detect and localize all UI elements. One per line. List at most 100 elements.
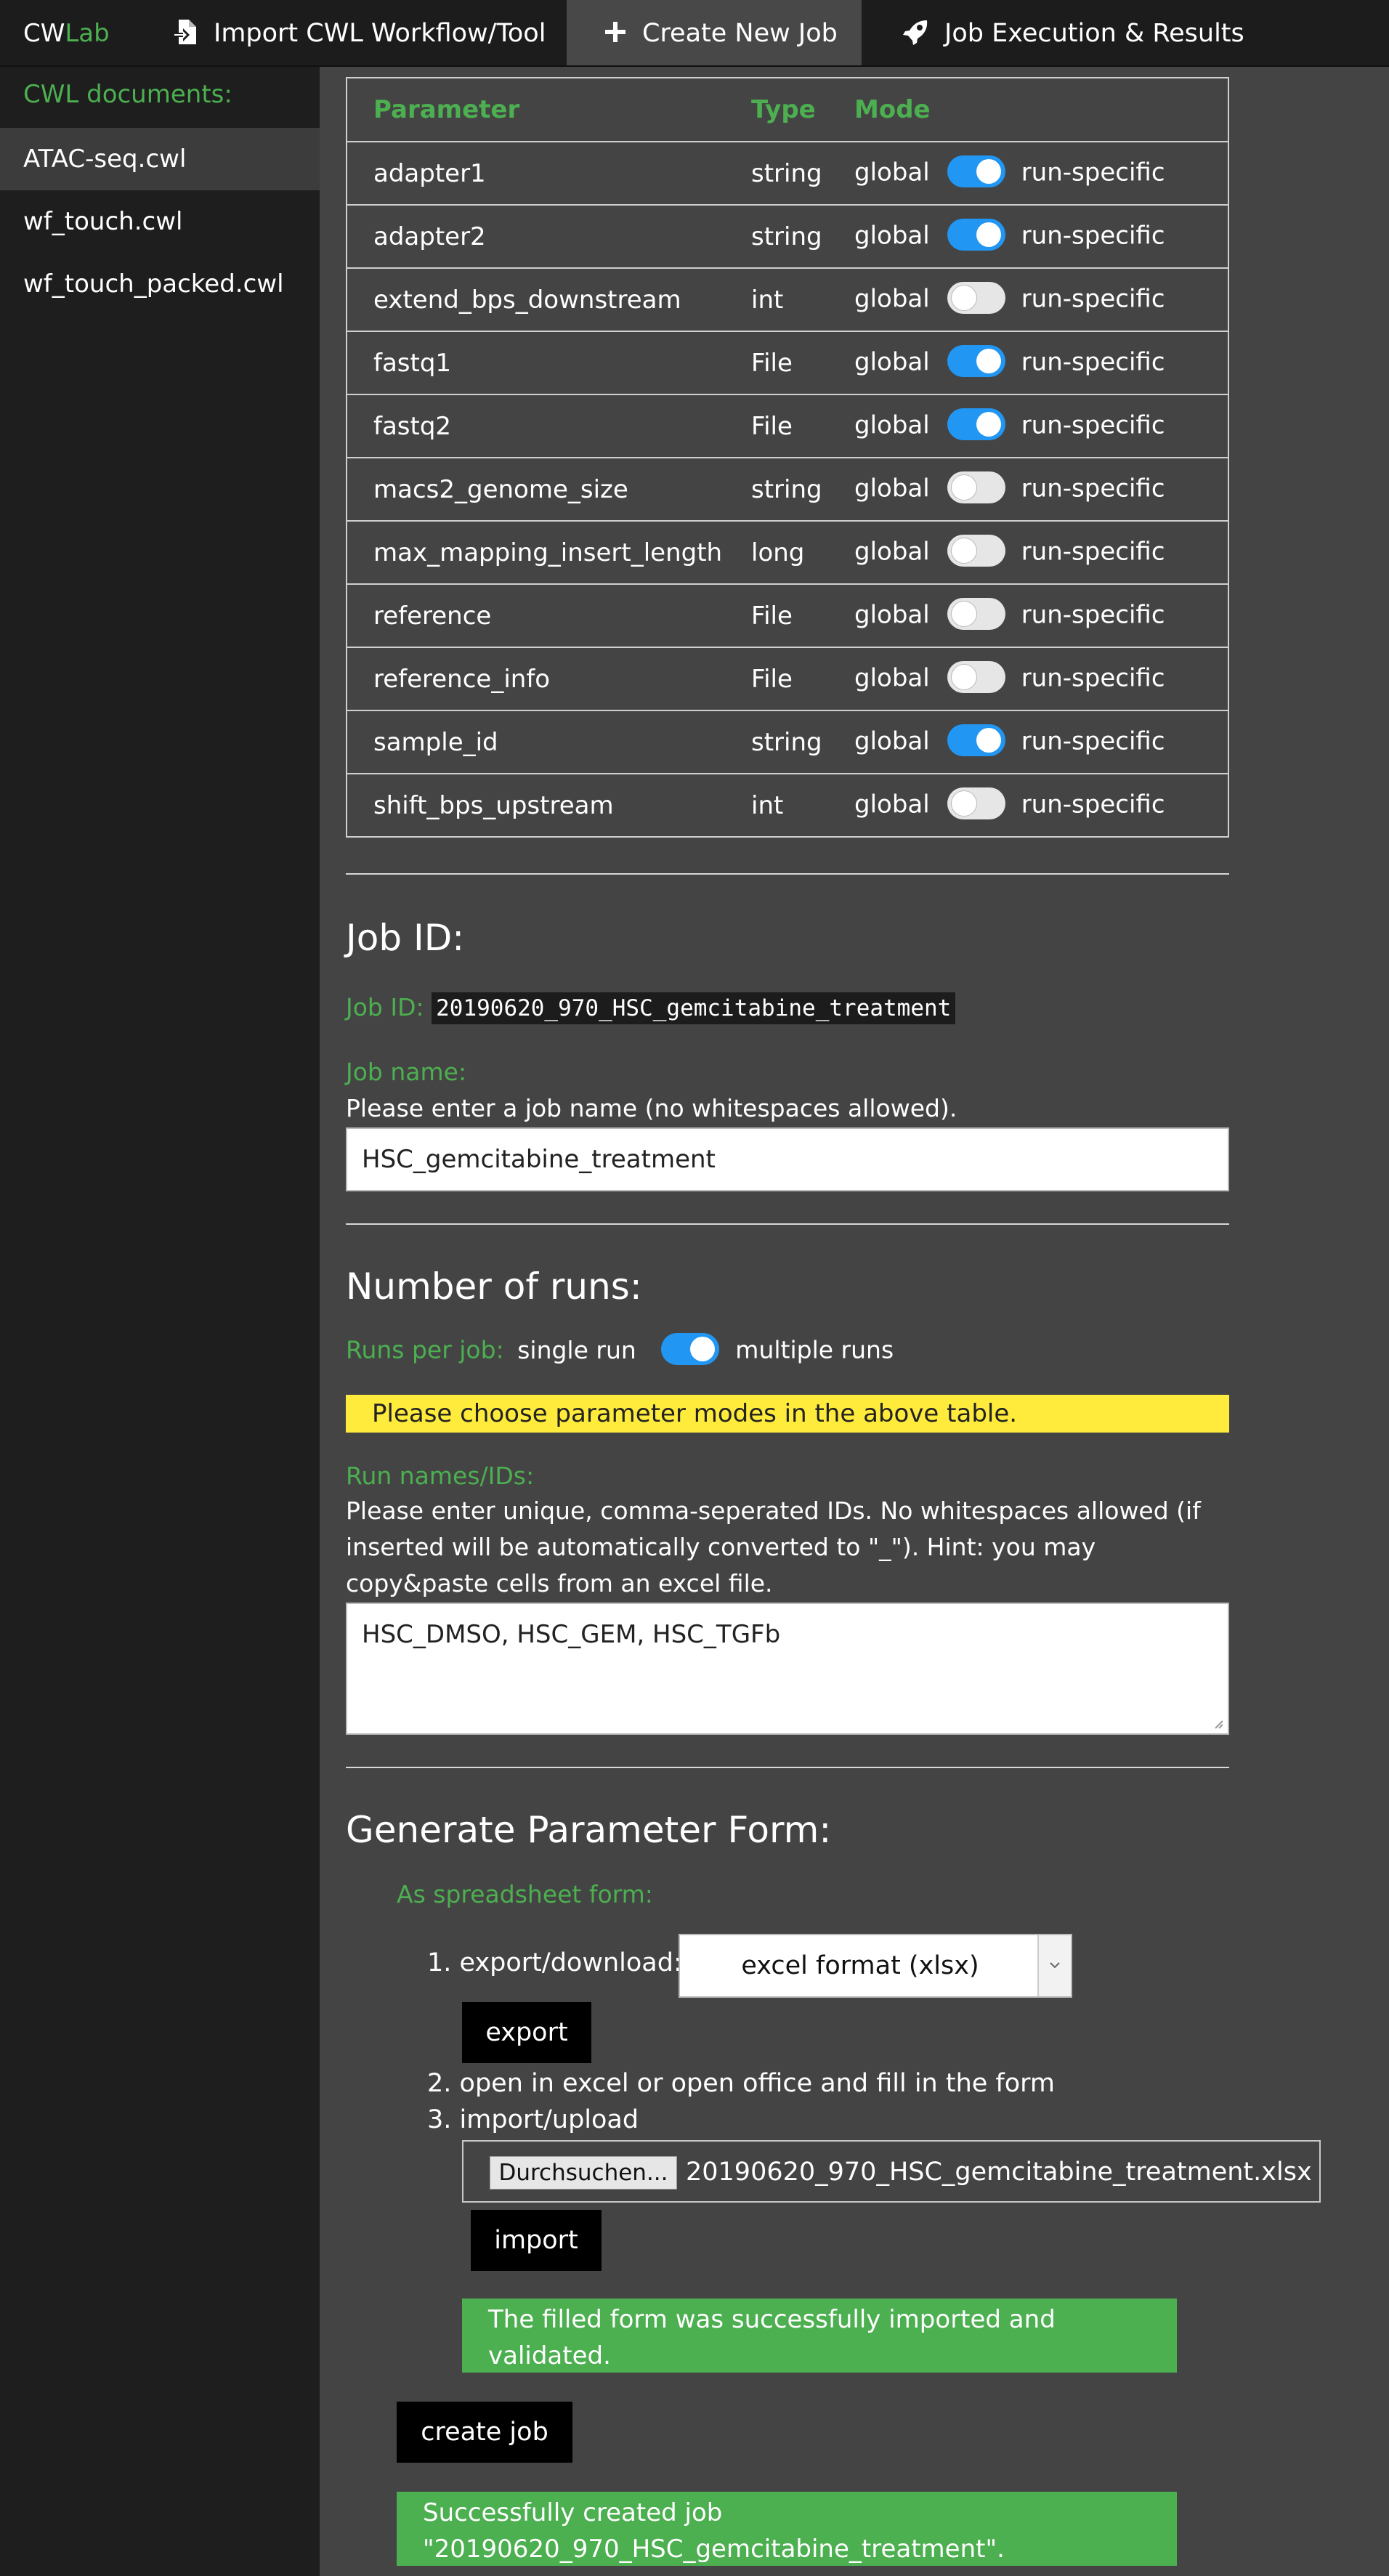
- parameter-table: Parameter Type Mode adapter1 string global…: [346, 77, 1229, 838]
- single-run-label: single run: [517, 1335, 636, 1364]
- toggle-knob: [951, 474, 976, 500]
- run-specific-label: run-specific: [1021, 284, 1165, 313]
- import-button[interactable]: import: [471, 2210, 602, 2271]
- param-type: File: [751, 583, 854, 647]
- param-mode: global run-specific: [854, 710, 1228, 774]
- sidebar-item-wf-touch-packed[interactable]: wf_touch_packed.cwl: [0, 253, 320, 315]
- global-label: global: [854, 663, 930, 692]
- sidebar-item-wf-touch[interactable]: wf_touch.cwl: [0, 190, 320, 253]
- param-name: fastq1: [347, 331, 751, 394]
- table-row: reference File global run-specific: [347, 583, 1228, 647]
- create-success-message: Successfully created job "20190620_970_H…: [397, 2492, 1177, 2566]
- mode-toggle[interactable]: [947, 660, 1005, 693]
- run-specific-label: run-specific: [1021, 726, 1165, 756]
- resize-handle-icon[interactable]: [1212, 1717, 1223, 1729]
- param-type: File: [751, 331, 854, 394]
- nav-import-label: Import CWL Workflow/Tool: [214, 19, 546, 48]
- create-job-button[interactable]: create job: [397, 2402, 572, 2463]
- global-label: global: [854, 221, 930, 250]
- run-names-value: HSC_DMSO, HSC_GEM, HSC_TGFb: [362, 1620, 781, 1649]
- mode-toggle[interactable]: [947, 155, 1005, 187]
- param-name: fastq2: [347, 394, 751, 458]
- toggle-knob: [951, 285, 976, 310]
- param-mode: global run-specific: [854, 267, 1228, 331]
- job-id-label: Job ID:: [346, 993, 424, 1021]
- param-type: string: [751, 457, 854, 521]
- param-type: string: [751, 710, 854, 774]
- import-success-message: The filled form was successfully importe…: [462, 2298, 1177, 2373]
- mode-toggle[interactable]: [947, 597, 1005, 630]
- table-row: adapter1 string global run-specific: [347, 141, 1228, 205]
- param-name: extend_bps_downstream: [347, 267, 751, 331]
- nav-job-execution[interactable]: Job Execution & Results: [879, 0, 1257, 65]
- brand-lab: Lab: [65, 19, 110, 48]
- run-names-textarea[interactable]: HSC_DMSO, HSC_GEM, HSC_TGFb: [346, 1603, 1229, 1735]
- table-row: extend_bps_downstream int global run-specif…: [347, 267, 1228, 331]
- param-name: adapter1: [347, 141, 751, 205]
- toggle-knob: [951, 790, 976, 816]
- step-3: 3. import/upload: [427, 2105, 639, 2134]
- runs-per-job-row: Runs per job: single run multiple runs: [346, 1333, 894, 1367]
- run-names-hint-3: copy&paste cells from an excel file.: [346, 1569, 773, 1597]
- run-specific-label: run-specific: [1021, 537, 1165, 566]
- divider: [346, 873, 1229, 875]
- mode-toggle[interactable]: [947, 218, 1005, 251]
- job-name-label: Job name:: [346, 1058, 467, 1086]
- param-type: File: [751, 394, 854, 458]
- export-button[interactable]: export: [462, 2002, 591, 2063]
- run-specific-label: run-specific: [1021, 221, 1165, 250]
- create-success-line-2: "20190620_970_HSC_gemcitabine_treatment"…: [423, 2535, 1005, 2564]
- param-mode: global run-specific: [854, 520, 1228, 584]
- table-row: reference_info File global run-specific: [347, 647, 1228, 710]
- global-label: global: [854, 347, 930, 376]
- mode-toggle[interactable]: [947, 787, 1005, 819]
- file-upload-field[interactable]: Durchsuchen... 20190620_970_HSC_gemcitab…: [462, 2140, 1321, 2203]
- param-type: File: [751, 647, 854, 710]
- table-row: adapter2 string global run-specific: [347, 204, 1228, 268]
- param-name: max_mapping_insert_length: [347, 520, 751, 584]
- step-2-label: open in excel or open office and fill in…: [459, 2069, 1056, 2098]
- mode-toggle[interactable]: [947, 471, 1005, 503]
- nav-create-new-job[interactable]: Create New Job: [567, 0, 862, 65]
- toggle-knob: [690, 1337, 716, 1361]
- param-type: string: [751, 141, 854, 205]
- param-mode: global run-specific: [854, 331, 1228, 394]
- sidebar: [0, 67, 320, 2576]
- run-specific-label: run-specific: [1021, 790, 1165, 819]
- chevron-down-icon: [1037, 1935, 1071, 1996]
- table-row: macs2_genome_size string global run-specifi…: [347, 457, 1228, 521]
- param-type: int: [751, 773, 854, 837]
- job-name-input[interactable]: HSC_gemcitabine_treatment: [346, 1127, 1229, 1191]
- toggle-knob: [951, 664, 976, 689]
- nav-execution-label: Job Execution & Results: [944, 19, 1244, 48]
- mode-toggle[interactable]: [947, 534, 1005, 567]
- mode-toggle[interactable]: [947, 344, 1005, 377]
- param-mode: global run-specific: [854, 394, 1228, 458]
- nav-import-cwl[interactable]: Import CWL Workflow/Tool: [150, 0, 556, 65]
- toggle-knob: [951, 601, 976, 626]
- param-mode: global run-specific: [854, 204, 1228, 268]
- import-success-line-1: The filled form was successfully importe…: [488, 2305, 1056, 2334]
- brand-logo[interactable]: CWLab: [23, 0, 110, 65]
- param-name: reference: [347, 583, 751, 647]
- sidebar-title: CWL documents:: [23, 80, 232, 109]
- mode-toggle[interactable]: [947, 281, 1005, 314]
- mode-toggle[interactable]: [947, 408, 1005, 440]
- param-type: int: [751, 267, 854, 331]
- sidebar-item-atac-seq[interactable]: ATAC-seq.cwl: [0, 128, 320, 190]
- multiple-runs-toggle[interactable]: [661, 1333, 720, 1365]
- toggle-knob: [976, 222, 1001, 247]
- param-type: long: [751, 520, 854, 584]
- browse-button[interactable]: Durchsuchen...: [490, 2156, 677, 2190]
- header-parameter: Parameter: [347, 77, 751, 142]
- run-specific-label: run-specific: [1021, 158, 1165, 187]
- global-label: global: [854, 284, 930, 313]
- plus-icon: [605, 22, 625, 42]
- toggle-knob: [976, 411, 1001, 437]
- toggle-knob: [951, 538, 976, 563]
- run-names-hint-2: inserted will be automatically converted…: [346, 1533, 1096, 1561]
- mode-toggle[interactable]: [947, 724, 1005, 756]
- selected-file-name: 20190620_970_HSC_gemcitabine_treatment.x…: [686, 2158, 1312, 2187]
- param-mode: global run-specific: [854, 583, 1228, 647]
- format-select[interactable]: excel format (xlsx): [679, 1934, 1072, 1998]
